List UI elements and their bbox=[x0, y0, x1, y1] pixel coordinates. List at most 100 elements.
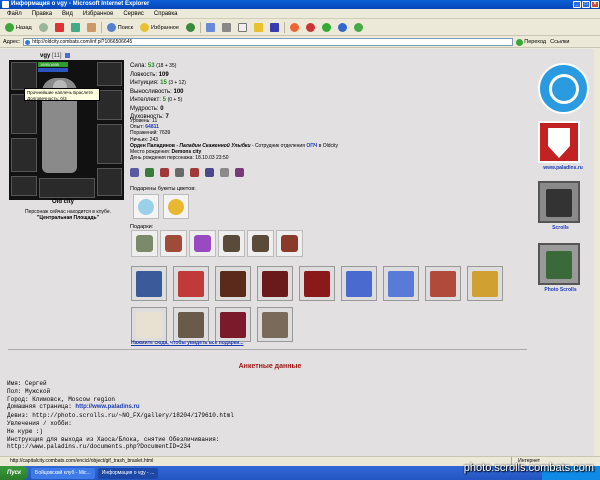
info-icon[interactable] bbox=[65, 53, 71, 58]
mana-bar bbox=[38, 68, 68, 72]
addon-button-1[interactable] bbox=[304, 22, 317, 34]
flower-bouquet[interactable] bbox=[163, 194, 189, 219]
ie-icon bbox=[2, 1, 9, 8]
addon-button-4[interactable] bbox=[352, 22, 365, 34]
address-input[interactable]: http://oldcity.combats.com/inf.pl?106650… bbox=[23, 38, 514, 46]
gift-icon bbox=[223, 235, 240, 252]
gift-icon bbox=[472, 270, 498, 297]
photo-scrolls-link[interactable]: Photo Scrolls bbox=[533, 287, 588, 293]
character-info: Уровень: 11 Опыт: 64811 Поражений: 7639 … bbox=[130, 118, 339, 162]
addon-button-2[interactable] bbox=[320, 22, 333, 34]
gift-item[interactable] bbox=[160, 230, 187, 257]
gift-icon bbox=[281, 235, 298, 252]
history-button[interactable] bbox=[184, 22, 197, 34]
gift-icon bbox=[194, 235, 211, 252]
medal-icon[interactable] bbox=[235, 168, 244, 177]
menu-help[interactable]: Справка bbox=[149, 11, 183, 17]
medal-icon[interactable] bbox=[205, 168, 214, 177]
gift-card[interactable] bbox=[257, 266, 293, 301]
medal-icon[interactable] bbox=[220, 168, 229, 177]
gift-icon bbox=[136, 311, 162, 338]
gift-card[interactable] bbox=[131, 266, 167, 301]
home-button[interactable] bbox=[85, 22, 98, 34]
addon-icon bbox=[305, 23, 315, 32]
close-button[interactable]: × bbox=[591, 1, 599, 8]
stop-button[interactable] bbox=[53, 22, 66, 34]
window-title-bar: Информация о vgy - Microsoft Internet Ex… bbox=[0, 0, 600, 9]
gift-card[interactable] bbox=[215, 266, 251, 301]
taskbar-item[interactable]: Бойцовский клуб - Mic... bbox=[31, 467, 95, 479]
start-button[interactable]: Пуск bbox=[0, 466, 29, 480]
medal-icon[interactable] bbox=[175, 168, 184, 177]
photo-scrolls-logo[interactable] bbox=[538, 243, 580, 285]
medal-icon[interactable] bbox=[190, 168, 199, 177]
menu-edit[interactable]: Правка bbox=[27, 11, 57, 17]
necklace-slot[interactable] bbox=[97, 90, 122, 120]
shield-slot[interactable] bbox=[97, 124, 122, 164]
mailru-button[interactable] bbox=[288, 22, 301, 34]
menu-file[interactable]: Файл bbox=[2, 11, 27, 17]
favorites-button[interactable]: Избранное bbox=[138, 22, 181, 34]
gift-card[interactable] bbox=[173, 307, 209, 342]
paladins-logo[interactable] bbox=[538, 121, 580, 163]
armor-slot[interactable] bbox=[11, 138, 37, 172]
menu-view[interactable]: Вид bbox=[57, 11, 78, 17]
boots-slot[interactable] bbox=[97, 168, 122, 196]
gift-card[interactable] bbox=[425, 266, 461, 301]
print-icon bbox=[221, 23, 231, 32]
gift-card[interactable] bbox=[467, 266, 503, 301]
links-button[interactable]: Ссылки bbox=[550, 39, 569, 45]
maximize-button[interactable]: □ bbox=[582, 1, 590, 8]
photo-icon bbox=[546, 251, 572, 279]
gift-card[interactable] bbox=[257, 307, 293, 342]
gift-item[interactable] bbox=[247, 230, 274, 257]
discuss-button[interactable] bbox=[252, 22, 265, 34]
gift-item[interactable] bbox=[218, 230, 245, 257]
gift-icon bbox=[136, 235, 153, 252]
gift-item[interactable] bbox=[131, 230, 158, 257]
more-gifts-link[interactable]: Нажмите сюда, чтобы увидеть все подарки.… bbox=[131, 340, 244, 346]
rings-slot[interactable] bbox=[39, 178, 95, 198]
scrolls-link[interactable]: Scrolls bbox=[533, 225, 588, 231]
gift-card[interactable] bbox=[131, 307, 167, 342]
medal-icon[interactable] bbox=[160, 168, 169, 177]
taskbar-item-active[interactable]: Информация о vgy - ... bbox=[97, 467, 159, 479]
gift-card[interactable] bbox=[383, 266, 419, 301]
medal-icon[interactable] bbox=[145, 168, 154, 177]
gift-item[interactable] bbox=[276, 230, 303, 257]
menu-favorites[interactable]: Избранное bbox=[78, 11, 118, 17]
gift-icon bbox=[165, 235, 182, 252]
search-button[interactable]: Поиск bbox=[105, 22, 135, 34]
refresh-icon bbox=[70, 23, 80, 32]
gift-card[interactable] bbox=[215, 307, 251, 342]
minimize-button[interactable]: _ bbox=[573, 1, 581, 8]
divider bbox=[8, 349, 527, 350]
homepage-link[interactable]: http://www.paladins.ru bbox=[75, 404, 139, 410]
stat-agility: Ловкость: 109 bbox=[130, 71, 169, 78]
medal-icon[interactable] bbox=[130, 168, 139, 177]
gift-card[interactable] bbox=[173, 266, 209, 301]
refresh-button[interactable] bbox=[69, 22, 82, 34]
gift-item[interactable] bbox=[189, 230, 216, 257]
scrolls-logo[interactable] bbox=[538, 181, 580, 223]
scales-logo[interactable] bbox=[538, 63, 589, 114]
gift-icon bbox=[388, 270, 414, 297]
mail-button[interactable] bbox=[204, 22, 217, 34]
helmet-slot[interactable] bbox=[11, 62, 37, 90]
flower-bouquet[interactable] bbox=[133, 194, 159, 219]
medals-row bbox=[130, 168, 244, 177]
print-button[interactable] bbox=[220, 22, 233, 34]
back-button[interactable]: Назад bbox=[3, 22, 34, 34]
paladins-link[interactable]: www.paladins.ru bbox=[533, 165, 593, 171]
forward-button[interactable] bbox=[37, 22, 50, 34]
messenger-button[interactable] bbox=[268, 22, 281, 34]
menu-tools[interactable]: Сервис bbox=[118, 11, 149, 17]
gift-icon bbox=[220, 270, 246, 297]
addon-button-3[interactable] bbox=[336, 22, 349, 34]
belt-slot[interactable] bbox=[11, 176, 37, 196]
earring-slot[interactable] bbox=[97, 62, 122, 86]
go-button[interactable]: Переход bbox=[516, 38, 546, 46]
gift-card[interactable] bbox=[299, 266, 335, 301]
edit-button[interactable] bbox=[236, 22, 249, 34]
gift-card[interactable] bbox=[341, 266, 377, 301]
